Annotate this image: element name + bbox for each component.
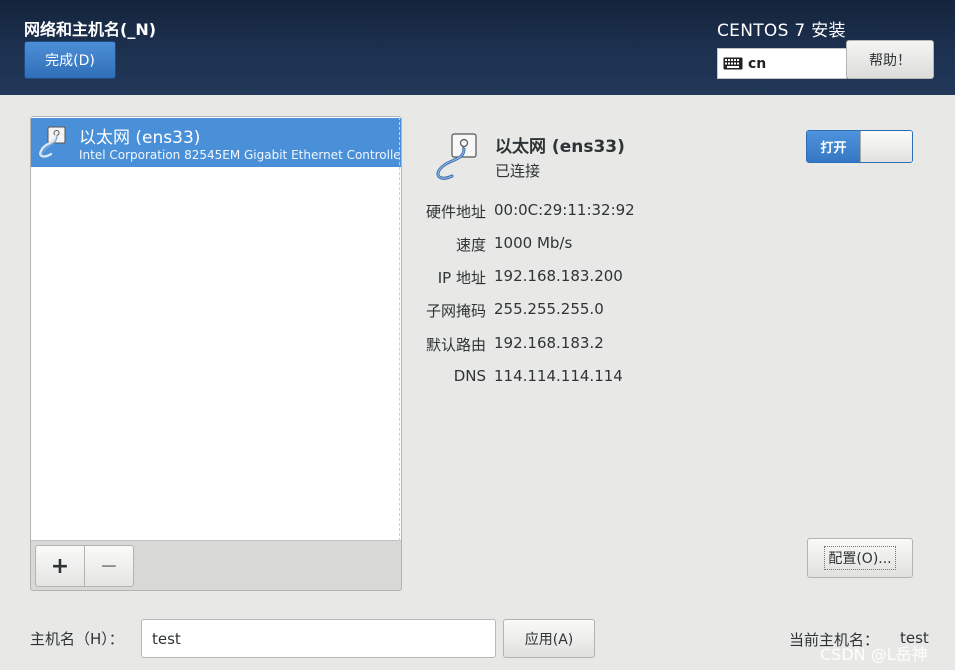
prop-key-default-route: 默认路由 bbox=[425, 336, 486, 354]
device-item-description: Intel Corporation 82545EM Gigabit Ethern… bbox=[79, 148, 399, 162]
hostname-label: 主机名（H）： bbox=[30, 630, 124, 648]
keyboard-layout-label: cn bbox=[748, 55, 767, 72]
hostname-input[interactable] bbox=[141, 619, 496, 658]
device-name: 以太网 (ens33) bbox=[495, 137, 625, 157]
product-title: CENTOS 7 安装 bbox=[717, 21, 846, 41]
ethernet-cable-icon bbox=[436, 133, 477, 180]
prop-key-ip-address: IP 地址 bbox=[437, 269, 486, 287]
device-item-name: 以太网 (ens33) bbox=[79, 128, 201, 148]
watermark-text: CSDN @L岳神 bbox=[820, 645, 928, 664]
prop-value-default-route: 192.168.183.2 bbox=[494, 334, 604, 352]
prop-value-hardware-address: 00:0C:29:11:32:92 bbox=[494, 201, 635, 219]
list-scrollbar[interactable] bbox=[399, 117, 401, 541]
prop-value-ip-address: 192.168.183.200 bbox=[494, 267, 623, 285]
prop-key-dns: DNS bbox=[453, 367, 486, 385]
page-title: 网络和主机名(_N) bbox=[24, 20, 157, 39]
keyboard-layout-indicator[interactable]: cn bbox=[717, 48, 847, 79]
prop-key-speed: 速度 bbox=[455, 236, 486, 254]
device-list-item[interactable]: 以太网 (ens33) Intel Corporation 82545EM Gi… bbox=[31, 118, 401, 167]
connection-toggle[interactable]: 打开 bbox=[806, 130, 913, 163]
ethernet-cable-icon bbox=[39, 126, 66, 158]
apply-hostname-button[interactable]: 应用(A) bbox=[503, 619, 595, 658]
done-button[interactable]: 完成(D) bbox=[24, 41, 116, 79]
connection-status: 已连接 bbox=[495, 162, 541, 180]
remove-device-button[interactable]: − bbox=[84, 545, 134, 587]
header-bar: 网络和主机名(_N) 完成(D) CENTOS 7 安装 cn 帮助！ bbox=[0, 0, 955, 95]
configure-button-label: 配置(O)... bbox=[824, 546, 896, 570]
prop-value-subnet-mask: 255.255.255.0 bbox=[494, 300, 604, 318]
configure-button[interactable]: 配置(O)... bbox=[807, 538, 913, 578]
toggle-on-label: 打开 bbox=[807, 131, 860, 162]
prop-key-subnet-mask: 子网掩码 bbox=[425, 302, 486, 320]
keyboard-icon bbox=[723, 57, 743, 70]
prop-value-speed: 1000 Mb/s bbox=[494, 234, 573, 252]
device-list-panel: 以太网 (ens33) Intel Corporation 82545EM Gi… bbox=[30, 116, 402, 591]
add-device-button[interactable]: + bbox=[35, 545, 85, 587]
toggle-knob bbox=[860, 131, 912, 162]
prop-key-hardware-address: 硬件地址 bbox=[425, 203, 486, 221]
help-button[interactable]: 帮助！ bbox=[846, 40, 934, 79]
prop-value-dns: 114.114.114.114 bbox=[494, 367, 623, 385]
device-list: 以太网 (ens33) Intel Corporation 82545EM Gi… bbox=[31, 117, 401, 541]
